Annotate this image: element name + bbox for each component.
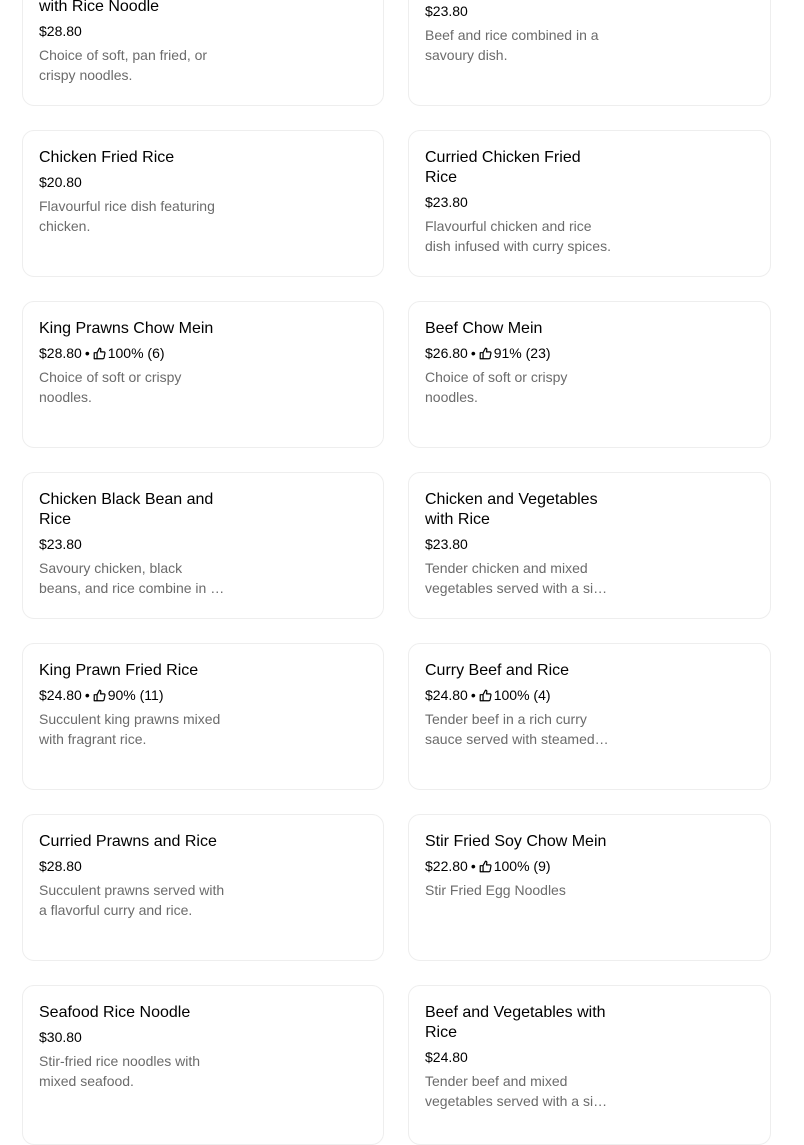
meta-separator: • xyxy=(84,687,90,703)
item-meta: $26.80 • 91% (23) xyxy=(425,343,754,363)
menu-item-card[interactable]: $23.80 Beef and rice combined in a savou… xyxy=(408,0,771,106)
item-meta: $23.80 xyxy=(425,192,754,212)
item-rating: 90% (11) xyxy=(107,687,164,703)
item-price: $23.80 xyxy=(425,536,468,552)
item-name: Curry Beef and Rice xyxy=(425,662,570,679)
menu-item-card[interactable]: Chicken and Vegetables with Rice $23.80 … xyxy=(408,472,771,619)
item-name: Curried Chicken Fried Rice xyxy=(425,149,581,186)
item-description: Choice of soft or crispy noodles. xyxy=(39,369,182,405)
item-meta: $24.80 • 90% (11) xyxy=(39,685,367,705)
menu-item-card[interactable]: Chicken Fried Rice $20.80 Flavourful ric… xyxy=(22,130,384,277)
item-meta: $22.80 • 100% (9) xyxy=(425,856,754,876)
menu-item-card[interactable]: Curried Chicken Fried Rice $23.80 Flavou… xyxy=(408,130,771,277)
item-price: $23.80 xyxy=(425,194,468,210)
item-rating: 100% (4) xyxy=(493,687,551,703)
meta-separator: • xyxy=(470,345,476,361)
item-description: Succulent prawns served with a flavorful… xyxy=(39,882,225,918)
item-name: Seafood Rice Noodle xyxy=(39,1004,191,1021)
item-price: $24.80 xyxy=(39,687,82,703)
thumbs-up-icon xyxy=(479,347,492,359)
item-price: $20.80 xyxy=(39,174,82,190)
item-description: Tender beef in a rich curry sauce served… xyxy=(425,711,595,747)
item-price: $24.80 xyxy=(425,687,468,703)
item-price: $28.80 xyxy=(39,858,82,874)
item-meta: $28.80 • 100% (6) xyxy=(39,343,367,363)
menu-item-card[interactable]: Seafood Rice Noodle $30.80 Stir-fried ri… xyxy=(22,985,384,1145)
item-description: Beef and rice combined in a savoury dish… xyxy=(425,27,599,63)
item-meta: $28.80 xyxy=(39,21,367,41)
item-meta: $30.80 xyxy=(39,1027,367,1047)
item-price: $23.80 xyxy=(39,536,82,552)
item-description: Flavourful chicken and rice dish infused… xyxy=(425,218,611,254)
item-name: Chicken and Vegetables with Rice xyxy=(425,491,598,528)
meta-separator: • xyxy=(470,687,476,703)
menu-item-card[interactable]: Chicken Black Bean and Rice $23.80 Savou… xyxy=(22,472,384,619)
item-description: Flavourful rice dish featuring chicken. xyxy=(39,198,215,234)
menu-item-card[interactable]: Curried Prawns and Rice $28.80 Succulent… xyxy=(22,814,384,961)
menu-item-card[interactable]: Curry Beef and Rice $24.80 • 100% (4) Te… xyxy=(408,643,771,790)
meta-separator: • xyxy=(84,345,90,361)
thumbs-up-icon xyxy=(93,347,106,359)
item-name: Stir Fried Soy Chow Mein xyxy=(425,833,607,850)
item-price: $23.80 xyxy=(425,3,468,19)
item-price: $22.80 xyxy=(425,858,468,874)
item-name: King Prawns Chow Mein xyxy=(39,320,214,337)
item-price: $30.80 xyxy=(39,1029,82,1045)
meta-separator: • xyxy=(470,858,476,874)
menu-item-card[interactable]: Stir Fried Soy Chow Mein $22.80 • 100% (… xyxy=(408,814,771,961)
item-name: with Rice Noodle xyxy=(39,0,160,15)
item-price: $28.80 xyxy=(39,345,82,361)
item-name: Chicken Black Bean and Rice xyxy=(39,491,214,528)
item-description: Tender beef and mixed vegetables served … xyxy=(425,1073,609,1109)
item-price: $24.80 xyxy=(425,1049,468,1065)
item-rating: 91% (23) xyxy=(493,345,551,361)
item-description: Tender chicken and mixed vegetables serv… xyxy=(425,560,609,596)
item-name: Chicken Fried Rice xyxy=(39,149,175,166)
item-rating: 100% (9) xyxy=(493,858,551,874)
menu-item-card[interactable]: King Prawns Chow Mein $28.80 • 100% (6) … xyxy=(22,301,384,448)
item-meta: $28.80 xyxy=(39,856,367,876)
item-price: $28.80 xyxy=(39,23,82,39)
menu-item-card[interactable]: King Prawn Fried Rice $24.80 • 90% (11) … xyxy=(22,643,384,790)
item-name: Beef Chow Mein xyxy=(425,320,543,337)
item-meta: $20.80 xyxy=(39,172,367,192)
item-meta: $23.80 xyxy=(39,534,367,554)
item-description: Succulent king prawns mixed with fragran… xyxy=(39,711,221,747)
menu-item-card[interactable]: Beef Chow Mein $26.80 • 91% (23) Choice … xyxy=(408,301,771,448)
item-name: Beef and Vegetables with Rice xyxy=(425,1004,606,1041)
item-meta: $23.80 xyxy=(425,534,754,554)
item-description: Stir-fried rice noodles with mixed seafo… xyxy=(39,1053,201,1089)
item-meta: $24.80 xyxy=(425,1047,754,1067)
item-description: Choice of soft, pan fried, or crispy noo… xyxy=(39,47,208,83)
menu-item-card[interactable]: with Rice Noodle $28.80 Choice of soft, … xyxy=(22,0,384,106)
thumbs-up-icon xyxy=(479,689,492,701)
item-description: Choice of soft or crispy noodles. xyxy=(425,369,568,405)
thumbs-up-icon xyxy=(479,860,492,872)
item-meta: $24.80 • 100% (4) xyxy=(425,685,754,705)
item-price: $26.80 xyxy=(425,345,468,361)
item-name: King Prawn Fried Rice xyxy=(39,662,199,679)
thumbs-up-icon xyxy=(93,689,106,701)
item-meta: $23.80 xyxy=(425,1,754,21)
item-description: Savoury chicken, black beans, and rice c… xyxy=(39,560,218,596)
item-rating: 100% (6) xyxy=(107,345,165,361)
item-description: Stir Fried Egg Noodles xyxy=(425,882,566,898)
menu-item-card[interactable]: Beef and Vegetables with Rice $24.80 Ten… xyxy=(408,985,771,1145)
item-name: Curried Prawns and Rice xyxy=(39,833,217,850)
